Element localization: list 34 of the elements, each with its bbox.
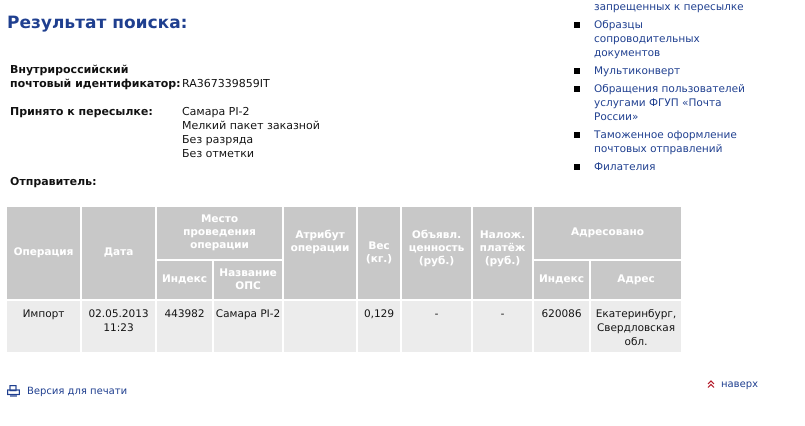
sidebar-link[interactable]: Филателия (594, 160, 656, 174)
table-cell: Импорт (7, 300, 80, 352)
sidebar-link[interactable]: Обращения пользователей услугами ФГУП «Почта России» (594, 82, 749, 124)
field-value: RA367339859IT (182, 76, 270, 90)
bullet-icon (574, 164, 580, 170)
page-title: Результат поиска: (7, 12, 188, 35)
table-cell: 02.05.2013 11:23 (82, 300, 155, 352)
back-to-top-link[interactable]: наверх (707, 376, 758, 392)
print-link[interactable]: Версия для печати (7, 384, 128, 398)
table-cell: Екатеринбург, Свердловская обл. (591, 300, 681, 352)
field-value: Без отметки (182, 146, 256, 160)
bullet-icon (574, 86, 580, 92)
bullet-icon (574, 68, 580, 74)
field-value: Самара PI-2 (182, 104, 251, 118)
sidebar-link[interactable]: Таможенное оформление почтовых отправлений (594, 128, 749, 156)
field-label: Отправитель: (10, 174, 98, 188)
table-cell: - (402, 300, 471, 352)
field-label: Внутрироссийский почтовый идентификатор: (10, 62, 182, 90)
table-cell: 443982 (157, 300, 212, 352)
sidebar-link[interactable]: запрещенных к пересылке (594, 0, 744, 14)
field-value: Мелкий пакет заказной (182, 118, 320, 132)
sidebar-link[interactable]: Мультиконверт (594, 64, 680, 78)
sidebar-link[interactable]: Образцы сопроводительных документов (594, 18, 749, 60)
bullet-icon (574, 22, 580, 28)
table-cell: - (473, 300, 532, 352)
bullet-icon (574, 132, 580, 138)
field-label: Принято к пересылке: (10, 104, 154, 118)
table-cell: 620086 (534, 300, 589, 352)
field-value: Без разряда (182, 132, 254, 146)
double-chevron-up-icon (707, 380, 716, 388)
printer-icon (7, 385, 20, 397)
table-cell: Самара PI-2 (214, 300, 282, 352)
table-cell: 0,129 (358, 300, 400, 352)
table-cell (284, 300, 356, 352)
